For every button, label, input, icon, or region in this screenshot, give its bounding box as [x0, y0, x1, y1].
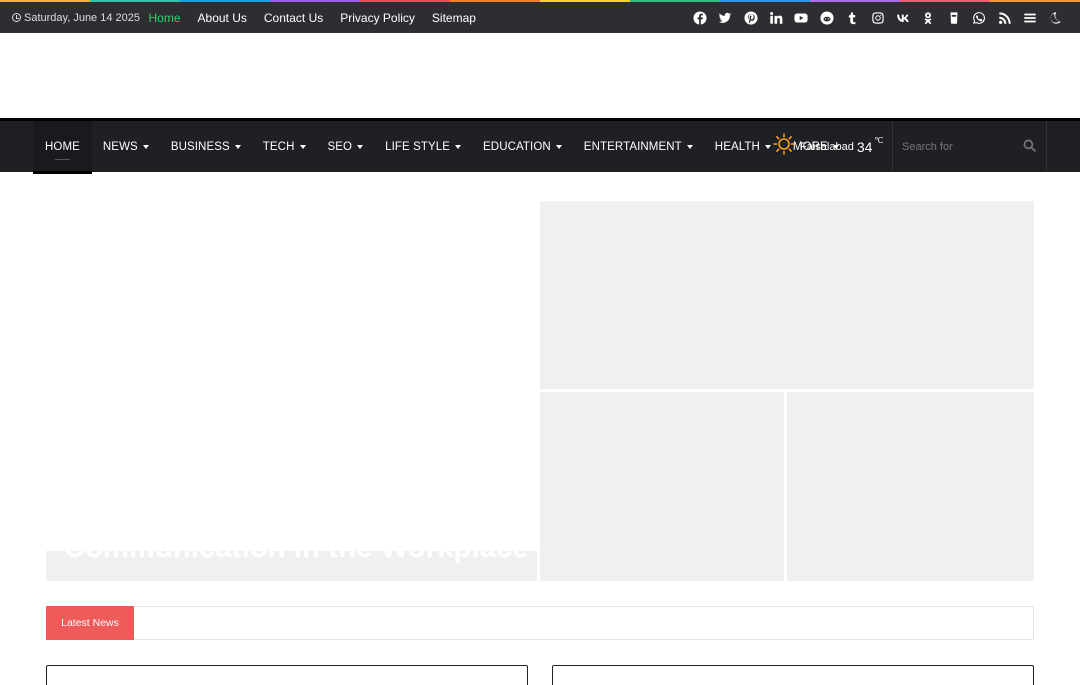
- nav-item-label: SEO: [327, 140, 353, 153]
- nav-item-seo[interactable]: SEO: [317, 121, 375, 172]
- nav-item-education[interactable]: EDUCATION: [472, 121, 573, 172]
- nav-item-label: NEWS: [102, 140, 138, 153]
- sun-icon: [773, 133, 795, 160]
- nav-item-business[interactable]: BUSINESS: [160, 121, 252, 172]
- instagram-icon[interactable]: [865, 2, 890, 33]
- reddit-icon[interactable]: [814, 2, 839, 33]
- caret-down-icon: [555, 145, 562, 149]
- nav-item-tech[interactable]: TECH: [252, 121, 317, 172]
- date-text: Saturday, June 14 2025: [24, 11, 140, 24]
- hero-tile-bottom-left[interactable]: [540, 392, 784, 581]
- nav-item-label: BUSINESS: [170, 140, 230, 153]
- top-link-sitemap[interactable]: Sitemap: [423, 11, 484, 25]
- vk-icon[interactable]: [890, 2, 915, 33]
- odnoklassniki-icon[interactable]: [916, 2, 941, 33]
- nav-item-label: EDUCATION: [483, 140, 551, 153]
- caret-down-icon: [299, 145, 306, 149]
- linkedin-icon[interactable]: [763, 2, 788, 33]
- dark-mode-icon[interactable]: [1043, 2, 1068, 33]
- nav-item-label: HEALTH: [714, 140, 760, 153]
- clock-icon: [12, 13, 21, 22]
- latest-news-ticker: Latest News: [46, 606, 1034, 640]
- top-link-contact-us[interactable]: Contact Us: [255, 11, 331, 25]
- untappd-icon[interactable]: [941, 2, 966, 33]
- social-icons: [687, 2, 1068, 33]
- twitter-icon[interactable]: [713, 2, 738, 33]
- pinterest-icon[interactable]: [738, 2, 763, 33]
- nav-item-entertainment[interactable]: ENTERTAINMENT: [573, 121, 704, 172]
- nav-item-home[interactable]: HOME: [33, 121, 92, 174]
- weather-widget: Faisalabad 34 ℃: [773, 121, 883, 172]
- top-link-privacy-policy[interactable]: Privacy Policy: [332, 11, 424, 25]
- content-block-left: [46, 665, 528, 685]
- nav-item-label: ENTERTAINMENT: [583, 140, 682, 153]
- caret-down-icon: [357, 145, 364, 149]
- top-link-home[interactable]: Home: [140, 11, 189, 25]
- weather-temperature: 34: [856, 138, 873, 155]
- search-icon[interactable]: [1023, 139, 1036, 157]
- hero-tile-top[interactable]: [540, 201, 1034, 389]
- top-link-about-us[interactable]: About Us: [189, 11, 255, 25]
- hero-main-post[interactable]: Communication in the Workplace: [46, 201, 537, 581]
- rss-icon[interactable]: [992, 2, 1017, 33]
- header-ad-area: [0, 33, 1080, 119]
- latest-news-label: Latest News: [46, 606, 134, 640]
- search-box: [892, 121, 1047, 172]
- caret-down-icon: [142, 145, 149, 149]
- weather-location: Faisalabad: [800, 140, 854, 153]
- nav-item-label: LIFE STYLE: [385, 140, 451, 153]
- nav-item-label: TECH: [262, 140, 295, 153]
- caret-down-icon: [455, 145, 462, 149]
- nav-items: HOME NEWS BUSINESS TECH SEO LIFE STYLE E…: [33, 121, 850, 174]
- caret-down-icon: [764, 145, 771, 149]
- search-input[interactable]: [893, 140, 1013, 153]
- top-bar: Saturday, June 14 2025 Home About Us Con…: [0, 2, 1080, 33]
- caret-down-icon: [234, 145, 241, 149]
- nav-item-news[interactable]: NEWS: [92, 121, 160, 172]
- main-navigation: HOME NEWS BUSINESS TECH SEO LIFE STYLE E…: [0, 118, 1080, 174]
- facebook-icon[interactable]: [687, 2, 712, 33]
- youtube-icon[interactable]: [789, 2, 814, 33]
- whatsapp-icon[interactable]: [966, 2, 991, 33]
- nav-item-health[interactable]: HEALTH: [704, 121, 782, 172]
- nav-item-life-style[interactable]: LIFE STYLE: [374, 121, 472, 172]
- top-links: Home About Us Contact Us Privacy Policy …: [140, 2, 484, 33]
- tumblr-icon[interactable]: [839, 2, 864, 33]
- hero-main-title[interactable]: Communication in the Workplace: [64, 532, 529, 565]
- hero-tile-bottom-right[interactable]: [787, 392, 1034, 581]
- date-display: Saturday, June 14 2025: [12, 2, 140, 33]
- menu-icon[interactable]: [1017, 2, 1042, 33]
- content-block-right: [552, 665, 1034, 685]
- caret-down-icon: [686, 145, 693, 149]
- nav-item-label: HOME: [45, 140, 80, 153]
- weather-unit: ℃: [874, 136, 884, 145]
